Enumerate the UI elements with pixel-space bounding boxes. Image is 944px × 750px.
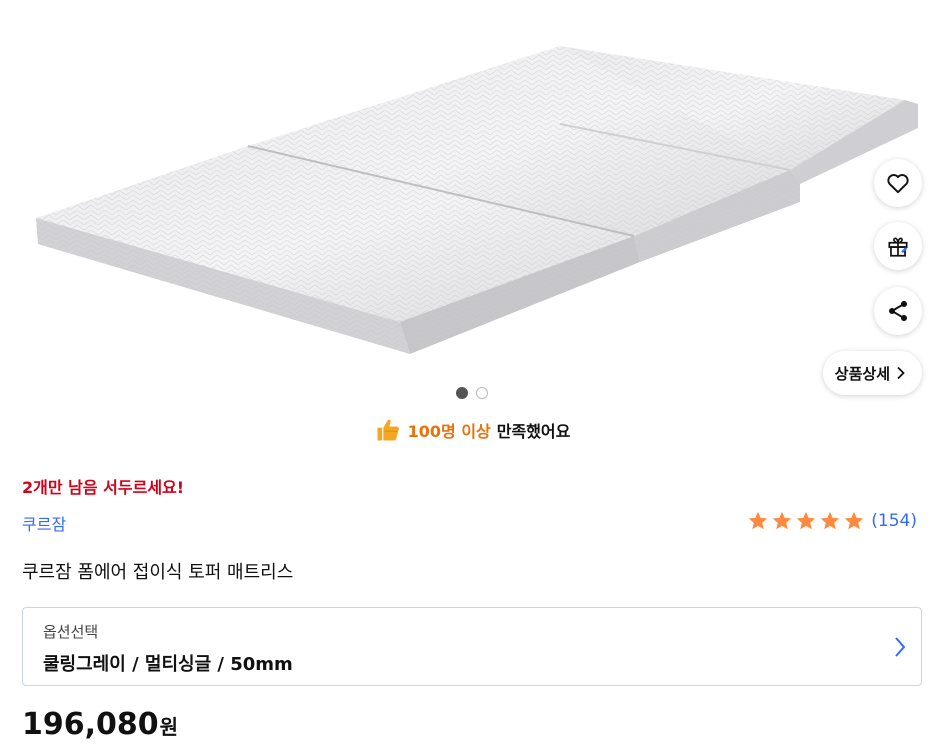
gallery-pagination: [0, 387, 944, 399]
review-count: (154): [871, 511, 917, 531]
product-image: [36, 46, 918, 354]
brand-link[interactable]: 쿠르잠: [22, 511, 66, 535]
thumbs-up-icon: [377, 419, 399, 441]
product-image-gallery[interactable]: 상품상세: [0, 0, 944, 410]
product-detail-label: 상품상세: [834, 364, 890, 383]
share-icon: [889, 300, 907, 322]
gift-icon: [888, 237, 908, 257]
share-button[interactable]: [874, 287, 922, 335]
star-icon: [749, 511, 768, 530]
satisfaction-banner: 100명 이상 만족했어요: [0, 416, 944, 444]
product-title: 쿠르잠 폼에어 접이식 토퍼 매트리스: [22, 562, 294, 583]
chevron-right-icon: [895, 637, 906, 657]
option-selector[interactable]: 옵션선택 쿨링그레이 / 멀티싱글 / 50mm: [22, 607, 922, 686]
gift-button[interactable]: [874, 222, 922, 270]
rating-summary[interactable]: (154): [747, 510, 917, 532]
star-icon: [845, 511, 864, 530]
stock-notice: 2개만 남음 서두르세요!: [22, 478, 185, 497]
star-icon: [773, 511, 792, 530]
star-icon: [821, 511, 840, 530]
option-value: 쿨링그레이 / 멀티싱글 / 50mm: [43, 654, 293, 675]
gallery-dot-1[interactable]: [456, 387, 468, 399]
heart-icon: [887, 174, 909, 194]
option-label: 옵션선택: [43, 623, 99, 641]
wishlist-button[interactable]: [874, 159, 922, 207]
product-page: 상품상세 100명 이상 만족했어요 2개만 남음 서두르세요! 쿠르잠 (15…: [0, 0, 944, 750]
satisfaction-text: 만족했어요: [496, 422, 571, 441]
price: 196,080 원: [22, 707, 178, 742]
gallery-dot-2[interactable]: [476, 387, 488, 399]
price-amount: 196,080: [22, 707, 159, 742]
star-icon: [797, 511, 816, 530]
satisfaction-count: 100명 이상: [407, 422, 491, 441]
chevron-right-icon: [897, 366, 905, 380]
price-unit: 원: [159, 715, 179, 739]
